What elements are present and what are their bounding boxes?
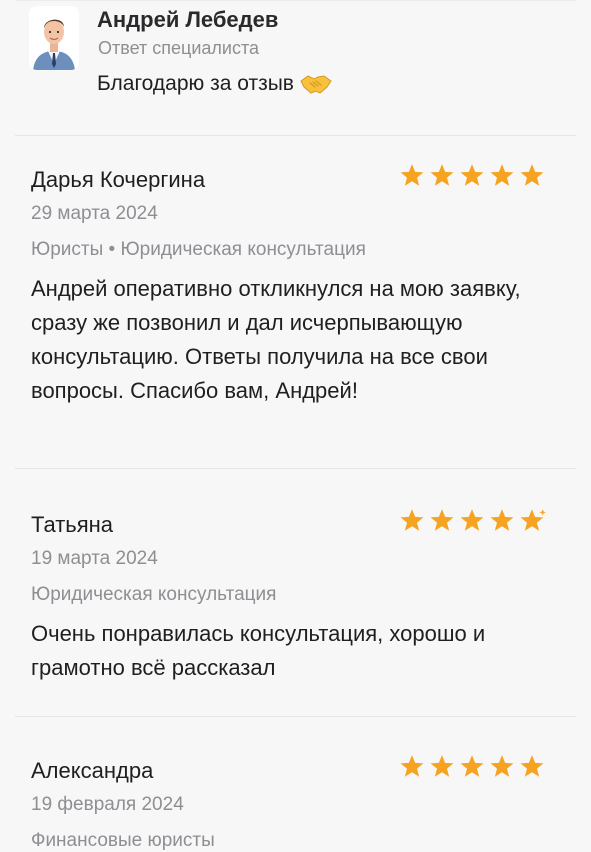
person-avatar-icon [29,6,79,70]
specialist-name: Андрей Лебедев [97,7,279,32]
star-full-icon [520,755,544,777]
reply-text-row: Благодарю за отзыв [97,72,332,96]
reply-text: Благодарю за отзыв [97,72,294,95]
review-author: Дарья Кочергина [31,167,206,192]
review-author: Татьяна [31,512,114,537]
avatar[interactable] [29,6,79,70]
review-categories: Финансовые юристы [31,830,215,851]
review-date: 29 марта 2024 [31,203,158,224]
review-categories: Юридическая консультация [31,584,277,605]
handshake-icon [300,73,332,95]
star-half-sparkle-icon [520,509,546,531]
star-full-icon [400,509,424,531]
star-full-icon [490,755,514,777]
review-date: 19 февраля 2024 [31,794,184,815]
divider [15,0,576,1]
review-card: Дарья Кочергина 29 марта 2024 Юристы • Ю… [0,136,591,466]
rating-stars [399,508,547,533]
star-full-icon [400,164,424,186]
review-text: Очень понравилась консультация, хорошо и… [31,621,486,680]
review-card: Александра 19 февраля 2024 Финансовые юр… [0,717,591,851]
star-full-icon [430,164,454,186]
specialist-role: Ответ специалиста [98,38,260,58]
review-date: 19 марта 2024 [31,548,158,569]
star-full-icon [520,164,544,186]
review-card: Татьяна 19 марта 2024 Юридическая консул… [0,469,591,714]
star-full-icon [460,509,484,531]
star-full-icon [460,755,484,777]
review-text: Андрей оперативно откликнулся на мою зая… [31,276,521,403]
star-full-icon [400,755,424,777]
star-full-icon [430,755,454,777]
review-categories: Юристы • Юридическая консультация [31,239,366,260]
star-full-icon [430,509,454,531]
review-author: Александра [31,758,154,783]
rating-stars [399,754,545,779]
rating-stars [399,163,545,188]
star-full-icon [490,509,514,531]
specialist-reply: Андрей Лебедев Ответ специалиста Благода… [0,0,591,128]
star-full-icon [460,164,484,186]
star-full-icon [490,164,514,186]
